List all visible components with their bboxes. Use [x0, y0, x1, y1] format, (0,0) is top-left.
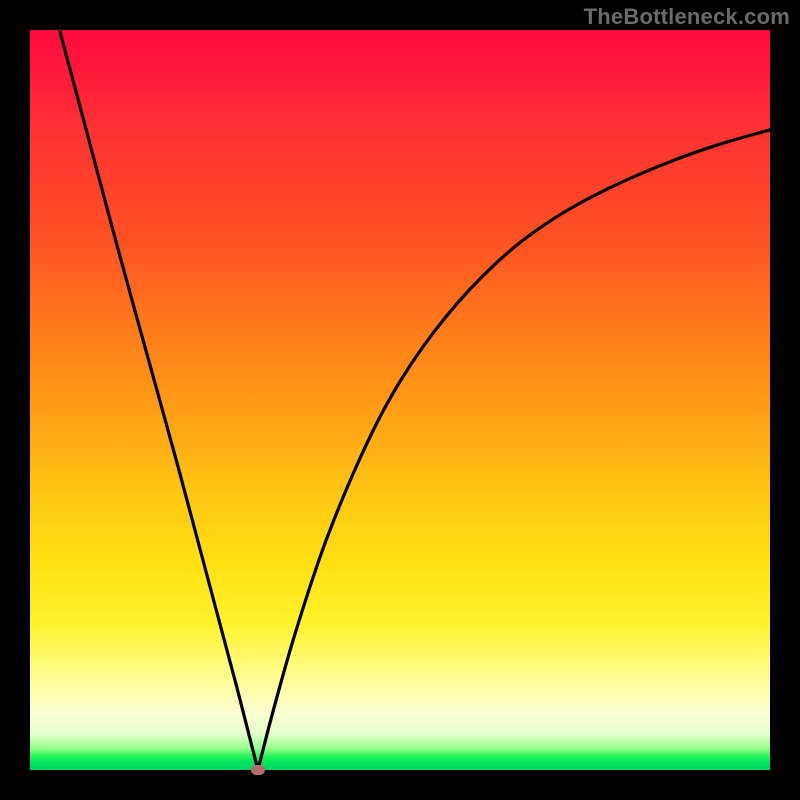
- minimum-marker: [251, 765, 265, 775]
- bottleneck-curve: [30, 30, 770, 770]
- chart-frame: TheBottleneck.com: [0, 0, 800, 800]
- curve-right-branch: [258, 130, 770, 770]
- watermark-text: TheBottleneck.com: [584, 4, 790, 30]
- curve-left-branch: [60, 30, 258, 770]
- plot-area: [30, 30, 770, 770]
